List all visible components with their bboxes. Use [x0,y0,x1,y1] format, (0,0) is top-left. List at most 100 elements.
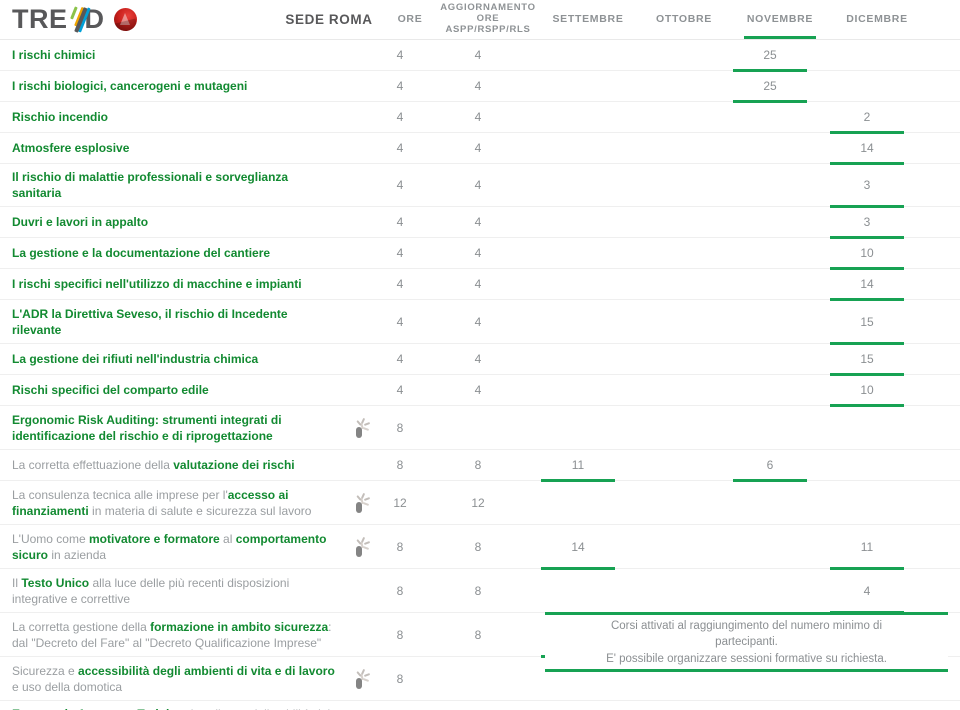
cell-ott[interactable] [626,102,722,132]
cell-dic[interactable] [818,40,916,70]
cell-nov[interactable] [722,102,818,132]
cell-ott[interactable] [626,300,722,343]
cell-dic[interactable]: 3 [818,164,916,209]
column-header-dicembre[interactable]: DICEMBRE [828,0,926,40]
cell-nov[interactable] [722,406,818,449]
cell-set[interactable] [530,207,626,237]
table-row[interactable]: L'ADR la Direttiva Seveso, il rischio di… [0,300,960,346]
cell-ore[interactable]: 4 [374,164,426,206]
cell-set[interactable] [530,300,626,343]
cell-set[interactable] [530,375,626,405]
cell-nov[interactable] [722,133,818,163]
table-row[interactable]: Il rischio di malattie professionali e s… [0,164,960,209]
cell-nov[interactable]: 25 [722,71,818,103]
cell-agg[interactable] [426,701,530,710]
cell-ott[interactable] [626,569,722,612]
table-row[interactable]: I rischi specifici nell'utilizzo di macc… [0,269,960,302]
column-header-settembre[interactable]: SETTEMBRE [540,0,636,40]
table-row[interactable]: Duvri e lavori in appalto 4 4 3 [0,207,960,240]
cell-set[interactable] [530,344,626,374]
table-row[interactable]: La gestione e la documentazione del cant… [0,238,960,271]
cell-set[interactable] [530,238,626,268]
cell-dic[interactable]: 10 [818,238,916,271]
cell-ore[interactable]: 4 [374,269,426,299]
cell-dic[interactable]: 11 [818,525,916,571]
cell-agg[interactable]: 4 [426,300,530,343]
cell-agg[interactable]: 4 [426,164,530,206]
cell-agg[interactable]: 8 [426,569,530,612]
cell-ott[interactable] [626,164,722,206]
cell-ore[interactable]: 6 [374,701,426,710]
column-header-novembre[interactable]: NOVEMBRE [732,0,828,40]
cell-agg[interactable]: 4 [426,133,530,163]
cell-ore[interactable]: 12 [374,481,426,524]
table-row[interactable]: L'Uomo come motivatore e formatore al co… [0,525,960,571]
cell-set[interactable] [530,269,626,299]
cell-ott[interactable] [626,40,722,70]
cell-nov[interactable]: 25 [722,40,818,72]
cell-dic[interactable] [818,701,916,710]
cell-dic[interactable]: 4 [818,569,916,615]
cell-ott[interactable] [626,269,722,299]
cell-ott[interactable] [626,481,722,524]
cell-agg[interactable]: 8 [426,450,530,480]
cell-agg[interactable]: 8 [426,613,530,656]
cell-dic[interactable]: 15 [818,344,916,377]
cell-ott[interactable] [626,207,722,237]
cell-ore[interactable]: 8 [374,450,426,480]
table-row[interactable]: Rischi specifici del comparto edile 4 4 10 [0,375,960,408]
cell-ore[interactable]: 4 [374,238,426,268]
column-header-aggiornamento[interactable]: AGGIORNAMENTO ORE ASPP/RSPP/RLS [436,0,540,40]
cell-ore[interactable]: 4 [374,133,426,163]
cell-ott[interactable] [626,375,722,405]
cell-ott[interactable] [626,450,722,480]
table-row[interactable]: Ergonomic Risk Auditing: strumenti integ… [0,406,960,451]
cell-agg[interactable] [426,406,530,449]
cell-agg[interactable]: 4 [426,375,530,405]
table-row[interactable]: La corretta effettuazione della valutazi… [0,450,960,483]
cell-set[interactable] [530,102,626,132]
cell-dic[interactable]: 14 [818,269,916,302]
table-row[interactable]: I rischi chimici 4 4 25 [0,40,960,72]
cell-ott[interactable] [626,701,722,710]
cell-agg[interactable]: 4 [426,102,530,132]
cell-set[interactable] [530,164,626,206]
cell-set[interactable] [530,133,626,163]
cell-nov[interactable] [722,269,818,299]
column-header-ore[interactable]: ORE [384,0,436,40]
cell-ott[interactable] [626,344,722,374]
cell-nov[interactable] [722,375,818,405]
cell-ore[interactable]: 4 [374,40,426,70]
table-row[interactable]: I rischi biologici, cancerogeni e mutage… [0,71,960,103]
cell-dic[interactable] [818,450,916,480]
cell-ott[interactable] [626,525,722,568]
table-row[interactable]: La gestione dei rifiuti nell'industria c… [0,344,960,377]
cell-set[interactable] [530,701,626,710]
cell-ore[interactable]: 8 [374,569,426,612]
cell-ott[interactable] [626,406,722,449]
cell-set[interactable] [530,481,626,524]
cell-dic[interactable]: 15 [818,300,916,346]
table-row[interactable]: Atmosfere esplosive 4 4 14 [0,133,960,165]
cell-dic[interactable] [818,481,916,524]
cell-dic[interactable] [818,406,916,449]
column-header-ottobre[interactable]: OTTOBRE [636,0,732,40]
cell-ott[interactable] [626,238,722,268]
cell-ore[interactable]: 4 [374,375,426,405]
cell-dic[interactable]: 2 [818,102,916,134]
cell-ore[interactable]: 4 [374,71,426,101]
cell-nov[interactable] [722,207,818,237]
cell-nov[interactable] [722,569,818,612]
cell-ore[interactable]: 4 [374,102,426,132]
cell-nov[interactable] [722,164,818,206]
cell-dic[interactable]: 10 [818,375,916,408]
cell-dic[interactable]: 14 [818,133,916,165]
table-row[interactable]: La consulenza tecnica alle imprese per l… [0,481,960,526]
table-row[interactable]: Il Testo Unico alla luce delle più recen… [0,569,960,615]
cell-ott[interactable] [626,133,722,163]
cell-nov[interactable] [722,344,818,374]
table-row[interactable]: Ergonomic Awarness Training: lo sviluppo… [0,701,960,710]
cell-agg[interactable]: 8 [426,525,530,568]
cell-set[interactable] [530,406,626,449]
brand-logo[interactable]: TRE D [12,6,274,33]
